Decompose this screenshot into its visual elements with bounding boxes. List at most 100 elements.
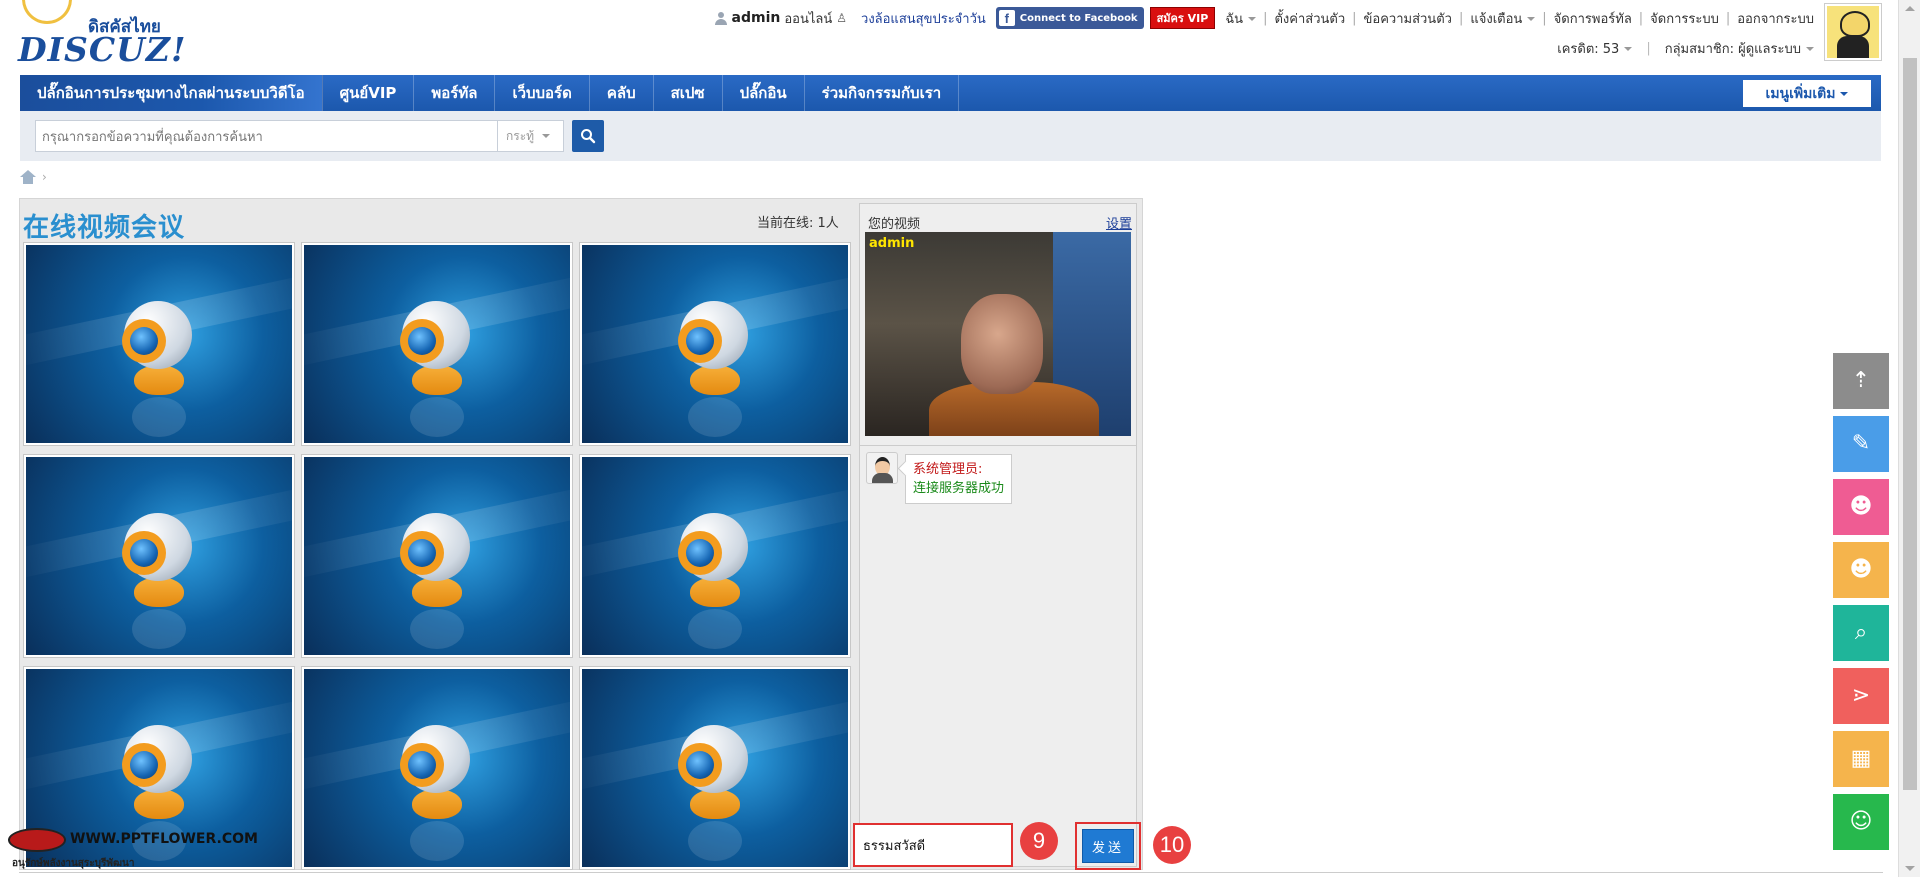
step-marker: 10 [1153, 826, 1191, 864]
webcam-placeholder-icon [304, 457, 570, 655]
username-link[interactable]: admin [732, 10, 781, 26]
divider [860, 445, 1136, 446]
scrollbar-thumb[interactable] [1903, 58, 1917, 790]
contact-icon: ☺ [1849, 809, 1873, 834]
chat-message-text: 连接服务器成功 [913, 481, 1005, 496]
nav-item-portal[interactable]: พอร์ทัล [414, 75, 496, 111]
nav-item-video-conference[interactable]: ปลั๊กอินการประชุมทางไกลผ่านระบบวิดีโอ [20, 75, 323, 111]
tool-button-qrcode[interactable]: ▦ [1833, 731, 1889, 787]
notifications-menu[interactable]: แจ้งเตือน [1470, 8, 1536, 29]
chat-message-sender: 系统管理员: [913, 462, 983, 477]
chevron-down-icon [1624, 47, 1633, 51]
video-slot [301, 666, 573, 870]
search-input[interactable]: กรุณากรอกข้อความที่คุณต้องการค้นหา [35, 120, 497, 152]
logout-link[interactable]: ออกจากระบบ [1737, 8, 1814, 29]
local-video-feed: admin [865, 232, 1131, 436]
tool-button-post[interactable]: ✎ [1833, 416, 1889, 472]
system-admin-link[interactable]: จัดการระบบ [1650, 8, 1719, 29]
main-nav: ปลั๊กอินการประชุมทางไกลผ่านระบบวิดีโอ ศู… [20, 75, 1881, 111]
divider: | [1352, 10, 1357, 26]
scrollbar[interactable] [1898, 0, 1920, 877]
watermark: WWW.PPTFLOWER.COM อนุรักษ์พลังงานสุระบุร… [8, 828, 258, 874]
webcam-reflection [132, 397, 186, 437]
vip-register-button[interactable]: สมัคร VIP [1149, 7, 1216, 29]
video-slot [23, 454, 295, 658]
nav-item-vip[interactable]: ศูนย์VIP [323, 75, 415, 111]
user-icon [714, 11, 727, 25]
tool-button-task[interactable]: ☻ [1833, 542, 1889, 598]
settings-link[interactable]: 设置 [1106, 213, 1132, 232]
webcam-placeholder-icon [26, 245, 292, 443]
search-icon: ⌕ [1854, 620, 1868, 645]
nav-item-plugin[interactable]: ปลั๊กอิน [723, 75, 805, 111]
nav-item-club[interactable]: คลับ [590, 75, 654, 111]
avatar [866, 452, 898, 484]
webcam-placeholder-icon [582, 669, 848, 867]
chat-message-input[interactable]: ธรรมสวัสดี [853, 823, 1013, 867]
user-group-menu[interactable]: กลุ่มสมาชิก: ผู้ดูแลระบบ [1665, 38, 1814, 59]
webcam-base [690, 577, 740, 607]
webcam-base [412, 365, 462, 395]
divider: | [1646, 40, 1651, 56]
step-marker: 9 [1020, 822, 1058, 860]
back-to-top-icon: ⇡ [1851, 368, 1871, 393]
facebook-connect-button[interactable]: f Connect to Facebook [995, 7, 1144, 29]
webcam-placeholder-icon [26, 457, 292, 655]
video-slot [301, 454, 573, 658]
search-type-select[interactable]: กระทู้ [497, 120, 564, 152]
chat-message: 系统管理员: 连接服务器成功 [905, 454, 1013, 504]
divider: | [1725, 10, 1731, 26]
scroll-up-icon[interactable] [1905, 6, 1915, 11]
webcam-lens [686, 751, 714, 779]
webcam-lens [130, 751, 158, 779]
chevron-down-icon [1527, 17, 1536, 21]
logo-bulb-icon [22, 0, 72, 24]
webcam-reflection [410, 821, 464, 861]
scroll-down-icon[interactable] [1905, 866, 1915, 871]
nav-item-space[interactable]: สเปซ [654, 75, 723, 111]
webcam-lens [686, 327, 714, 355]
nav-item-activities[interactable]: ร่วมกิจกรรมกับเรา [805, 75, 960, 111]
post-icon: ✎ [1851, 431, 1871, 456]
video-conference-panel: 在线视频会议 当前在线: 1人 您的视频 设置 admin 系统管理员: 连接服… [19, 198, 1143, 870]
tool-button-share[interactable]: ⋗ [1833, 668, 1889, 724]
breadcrumb-chevron-icon: › [42, 170, 47, 184]
personal-settings-link[interactable]: ตั้งค่าส่วนตัว [1274, 8, 1345, 29]
tool-button-contact[interactable]: ☺ [1833, 794, 1889, 850]
webcam-base [412, 789, 462, 819]
user-subbar: เครดิต: 53 | กลุ่มสมาชิก: ผู้ดูแลระบบ [1557, 37, 1814, 59]
your-video-label: 您的视频 [868, 217, 921, 232]
tool-button-search[interactable]: ⌕ [1833, 605, 1889, 661]
video-slot [23, 242, 295, 446]
webcam-base [412, 577, 462, 607]
lucky-wheel-link[interactable]: วงล้อแสนสุขประจำวัน [861, 8, 986, 29]
search-button[interactable] [572, 120, 604, 152]
portal-admin-link[interactable]: จัดการพอร์ทัล [1554, 8, 1632, 29]
invisible-mode-icon[interactable]: ♙ [836, 11, 847, 25]
more-menu-button[interactable]: เมนูเพิ่มเติม [1743, 80, 1871, 107]
facebook-icon: f [998, 10, 1015, 26]
credits-menu[interactable]: เครดิต: 53 [1557, 38, 1633, 59]
floating-toolbar: ⇡ ✎ ☻ ☻ ⌕ ⋗ ▦ ☺ [1833, 353, 1889, 857]
more-menu-label: เมนูเพิ่มเติม [1765, 85, 1836, 102]
divider [19, 872, 1883, 873]
checkin-icon: ☻ [1849, 494, 1873, 519]
divider: | [1542, 10, 1547, 26]
online-status: ออนไลน์ [784, 11, 833, 27]
site-logo[interactable]: ดิสคัสไทย DISCUZ! [18, 0, 186, 69]
video-username: admin [869, 236, 915, 251]
send-button[interactable]: 发送 [1082, 829, 1134, 863]
webcam-base [134, 789, 184, 819]
menu-me[interactable]: ฉัน [1225, 8, 1257, 29]
nav-item-forum[interactable]: เว็บบอร์ด [495, 75, 590, 111]
tool-button-back-to-top[interactable]: ⇡ [1833, 353, 1889, 409]
user-avatar[interactable] [1824, 3, 1882, 61]
my-video-sidebar: 您的视频 设置 admin 系统管理员: 连接服务器成功 [859, 203, 1137, 867]
tool-button-checkin[interactable]: ☻ [1833, 479, 1889, 535]
home-icon[interactable] [20, 170, 36, 184]
webcam-placeholder-icon [304, 669, 570, 867]
user-toolbar: admin ออนไลน์ ♙ วงล้อแสนสุขประจำวัน f Co… [714, 6, 1814, 30]
private-messages-link[interactable]: ข้อความส่วนตัว [1364, 8, 1452, 29]
webcam-lens [408, 327, 436, 355]
conference-title: 在线视频会议 [23, 213, 186, 243]
